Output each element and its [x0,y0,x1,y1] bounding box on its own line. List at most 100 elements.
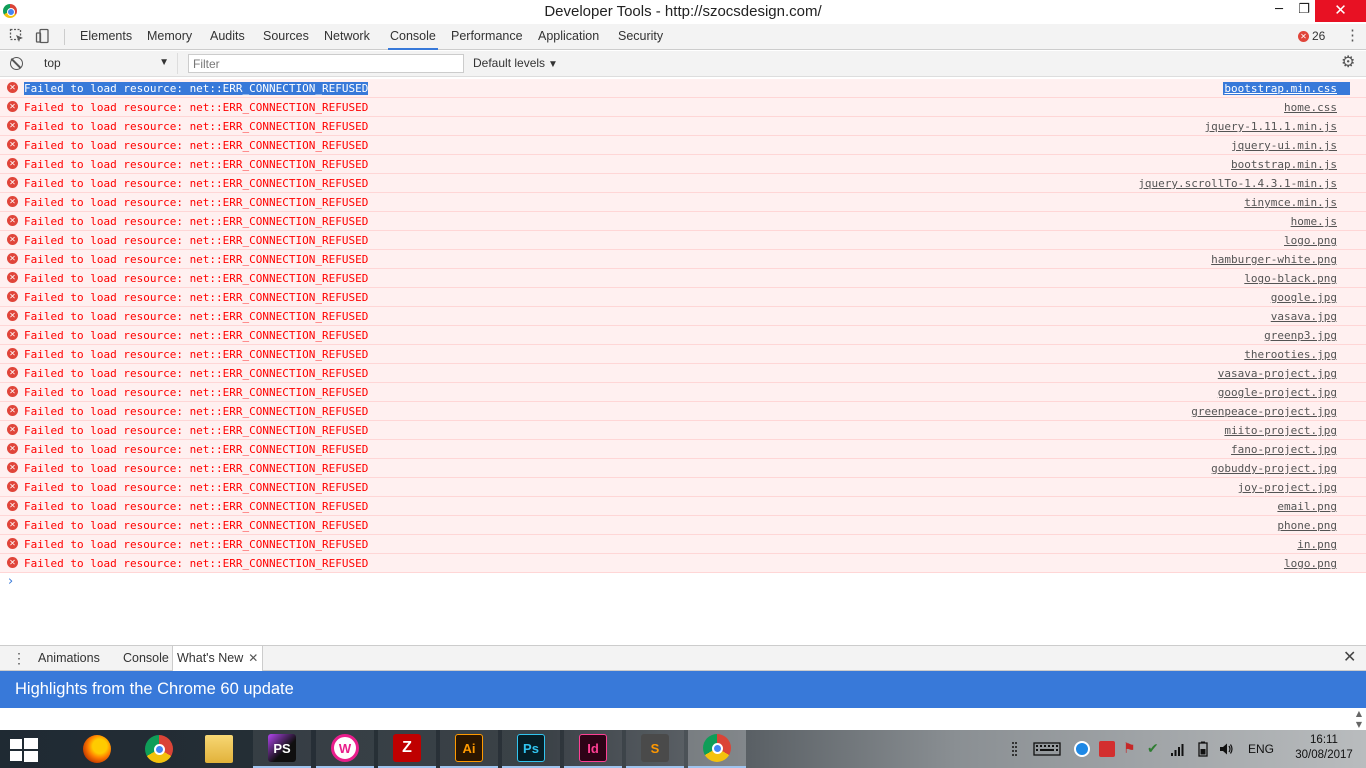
teamviewer-icon[interactable] [1074,741,1090,757]
tab-performance[interactable]: Performance [449,24,525,50]
tab-network[interactable]: Network [322,24,372,50]
taskbar-app-chrome[interactable] [688,730,746,768]
message-source-link[interactable]: in.png [1297,538,1337,551]
message-source-link[interactable]: logo-black.png [1244,272,1337,285]
tab-sources[interactable]: Sources [261,24,311,50]
console-message[interactable]: ✕ Failed to load resource: net::ERR_CONNE… [0,79,1366,98]
tab-elements[interactable]: Elements [78,24,134,50]
console-message[interactable]: ✕ Failed to load resource: net::ERR_CONNE… [0,535,1366,554]
console-message[interactable]: ✕ Failed to load resource: net::ERR_CONNE… [0,554,1366,573]
filter-input[interactable] [188,54,464,73]
taskbar-app-chrome[interactable] [130,730,188,768]
message-source-link[interactable]: jquery-1.11.1.min.js [1205,120,1337,133]
console-message[interactable]: ✕ Failed to load resource: net::ERR_CONNE… [0,326,1366,345]
console-message[interactable]: ✕ Failed to load resource: net::ERR_CONNE… [0,288,1366,307]
message-source-link[interactable]: jquery-ui.min.js [1231,139,1337,152]
scrollbar-arrows[interactable]: ▲ ▼ [1354,708,1364,730]
taskbar-app-illustrator[interactable]: Ai [440,730,498,768]
console-message[interactable]: ✕ Failed to load resource: net::ERR_CONNE… [0,155,1366,174]
console-message[interactable]: ✕ Failed to load resource: net::ERR_CONNE… [0,212,1366,231]
tab-application[interactable]: Application [536,24,601,50]
flag-icon[interactable]: ⚑ [1123,741,1139,757]
taskbar-app-indesign[interactable]: Id [564,730,622,768]
customize-menu-icon[interactable]: ⋮ [1345,27,1360,45]
drawer-menu-icon[interactable]: ⋮ [12,649,26,667]
antivirus-icon[interactable] [1099,741,1115,757]
message-source-link[interactable]: google-project.jpg [1218,386,1337,399]
console-message[interactable]: ✕ Failed to load resource: net::ERR_CONNE… [0,174,1366,193]
close-window-button[interactable]: ✕ [1315,0,1366,22]
gear-icon[interactable]: ⚙ [1341,55,1355,71]
tab-audits[interactable]: Audits [208,24,247,50]
wifi-signal-icon[interactable] [1170,741,1186,757]
close-tab-icon[interactable]: ✕ [248,651,258,665]
battery-icon[interactable] [1195,741,1211,757]
taskbar-app-filezilla[interactable]: Z [378,730,436,768]
message-source-link[interactable]: fano-project.jpg [1231,443,1337,456]
console-message[interactable]: ✕ Failed to load resource: net::ERR_CONNE… [0,136,1366,155]
message-source-link[interactable]: bootstrap.min.css [1223,82,1350,95]
taskbar-app-phpstorm[interactable]: PS [253,730,311,768]
message-source-link[interactable]: jquery.scrollTo-1.4.3.1-min.js [1138,177,1337,190]
tab-security[interactable]: Security [616,24,665,50]
console-message[interactable]: ✕ Failed to load resource: net::ERR_CONNE… [0,98,1366,117]
message-source-link[interactable]: vasava-project.jpg [1218,367,1337,380]
message-source-link[interactable]: logo.png [1284,234,1337,247]
console-message[interactable]: ✕ Failed to load resource: net::ERR_CONNE… [0,402,1366,421]
message-source-link[interactable]: logo.png [1284,557,1337,570]
taskbar-app-firefox[interactable] [68,730,126,768]
console-message[interactable]: ✕ Failed to load resource: net::ERR_CONNE… [0,231,1366,250]
console-message[interactable]: ✕ Failed to load resource: net::ERR_CONNE… [0,383,1366,402]
keyboard-icon[interactable] [1033,741,1061,757]
device-toolbar-icon[interactable] [35,28,51,44]
error-counter[interactable]: ✕ 26 [1298,29,1325,43]
drawer-tab-console[interactable]: Console [123,646,169,671]
taskbar-app-wampserver[interactable]: W [316,730,374,768]
console-message[interactable]: ✕ Failed to load resource: net::ERR_CONNE… [0,497,1366,516]
console-prompt[interactable]: › [0,573,1366,593]
windows-start-icon[interactable] [10,738,38,762]
message-source-link[interactable]: email.png [1277,500,1337,513]
context-selector[interactable]: top ▼ [36,53,178,74]
console-message[interactable]: ✕ Failed to load resource: net::ERR_CONNE… [0,478,1366,497]
console-message[interactable]: ✕ Failed to load resource: net::ERR_CONNE… [0,459,1366,478]
console-message[interactable]: ✕ Failed to load resource: net::ERR_CONNE… [0,364,1366,383]
tab-console[interactable]: Console [388,24,438,50]
message-source-link[interactable]: miito-project.jpg [1224,424,1337,437]
language-indicator[interactable]: ENG [1248,730,1274,768]
message-source-link[interactable]: phone.png [1277,519,1337,532]
taskbar-app-file-explorer[interactable] [190,730,248,768]
message-source-link[interactable]: greenpeace-project.jpg [1191,405,1337,418]
inspect-element-icon[interactable] [9,28,25,44]
message-source-link[interactable]: joy-project.jpg [1238,481,1337,494]
console-message[interactable]: ✕ Failed to load resource: net::ERR_CONNE… [0,307,1366,326]
taskbar-app-photoshop[interactable]: Ps [502,730,560,768]
volume-icon[interactable] [1218,741,1234,757]
close-drawer-icon[interactable]: ✕ [1343,648,1356,668]
shield-check-icon[interactable]: ✔ [1147,741,1163,757]
log-levels-dropdown[interactable]: Default levels ▼ [473,56,558,70]
console-message[interactable]: ✕ Failed to load resource: net::ERR_CONNE… [0,250,1366,269]
console-message[interactable]: ✕ Failed to load resource: net::ERR_CONNE… [0,345,1366,364]
message-source-link[interactable]: therooties.jpg [1244,348,1337,361]
drawer-tab-what-s-new[interactable]: What's New ✕ [172,646,264,671]
drawer-tab-animations[interactable]: Animations [38,646,100,671]
message-source-link[interactable]: google.jpg [1271,291,1337,304]
message-source-link[interactable]: tinymce.min.js [1244,196,1337,209]
system-clock[interactable]: 16:11 30/08/2017 [1282,733,1366,763]
message-source-link[interactable]: gobuddy-project.jpg [1211,462,1337,475]
console-message[interactable]: ✕ Failed to load resource: net::ERR_CONNE… [0,440,1366,459]
taskbar-app-sublime-text[interactable]: S [626,730,684,768]
message-source-link[interactable]: home.css [1284,101,1337,114]
message-source-link[interactable]: bootstrap.min.js [1231,158,1337,171]
message-source-link[interactable]: vasava.jpg [1271,310,1337,323]
console-message[interactable]: ✕ Failed to load resource: net::ERR_CONNE… [0,193,1366,212]
tab-memory[interactable]: Memory [145,24,194,50]
message-source-link[interactable]: home.js [1291,215,1337,228]
message-source-link[interactable]: hamburger-white.png [1211,253,1337,266]
console-message[interactable]: ✕ Failed to load resource: net::ERR_CONNE… [0,421,1366,440]
console-message[interactable]: ✕ Failed to load resource: net::ERR_CONNE… [0,269,1366,288]
clear-console-icon[interactable] [10,57,23,70]
console-message[interactable]: ✕ Failed to load resource: net::ERR_CONNE… [0,117,1366,136]
message-source-link[interactable]: greenp3.jpg [1264,329,1337,342]
